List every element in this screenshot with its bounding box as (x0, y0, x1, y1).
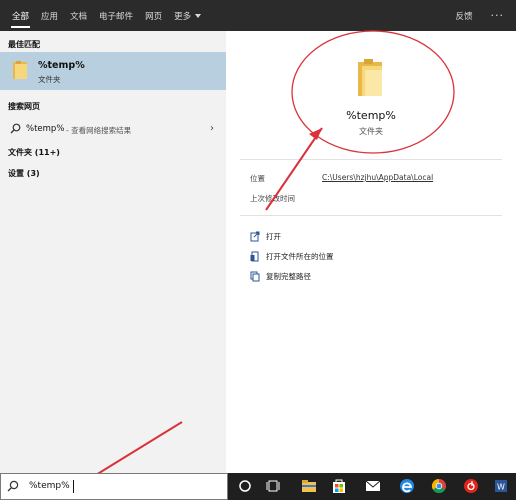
open-action[interactable]: 打开 (250, 229, 281, 243)
tab-apps[interactable]: 应用 (35, 0, 64, 31)
tab-documents-label: 文档 (70, 11, 88, 22)
taskbar-search-text: %temp% (29, 481, 70, 491)
folder-large-icon (358, 59, 382, 96)
feedback-button[interactable]: 反馈 (455, 10, 472, 22)
folder-icon (13, 61, 27, 79)
tab-web-label: 网页 (145, 11, 163, 22)
filter-tabs: 全部 应用 文档 电子邮件 网页 更多 (0, 0, 207, 31)
chrome-icon[interactable] (430, 477, 448, 495)
task-view-icon[interactable] (264, 477, 282, 495)
preview-pane: %temp% 文件夹 位置 C:\Users\hzjhu\AppData\Loc… (226, 31, 516, 473)
tab-email-label: 电子邮件 (99, 11, 134, 22)
search-icon (10, 123, 21, 134)
tab-web[interactable]: 网页 (139, 0, 168, 31)
copy-path-icon (250, 271, 260, 281)
more-options-icon[interactable]: ··· (491, 9, 505, 22)
best-match-header: 最佳匹配 (8, 40, 40, 49)
location-link[interactable]: C:\Users\hzjhu\AppData\Local (322, 173, 433, 182)
location-label: 位置 (250, 174, 265, 183)
store-icon[interactable] (330, 477, 348, 495)
file-location-icon (250, 251, 259, 261)
tab-all[interactable]: 全部 (6, 0, 35, 31)
best-match-item[interactable]: %temp% 文件夹 (0, 52, 226, 90)
open-action-label: 打开 (266, 231, 281, 241)
results-pane: 最佳匹配 %temp% 文件夹 搜索网页 %temp% - 查看网络搜索结果 ›… (0, 31, 226, 473)
folders-category[interactable]: 文件夹 (11+) (8, 147, 60, 158)
copy-full-path-label: 复制完整路径 (266, 271, 311, 281)
web-search-hint: - 查看网络搜索结果 (66, 126, 132, 135)
text-cursor (73, 480, 74, 493)
best-match-name: %temp% (38, 60, 85, 71)
web-search-query: %temp% (26, 124, 65, 134)
divider (240, 159, 502, 160)
search-icon (7, 480, 19, 492)
netease-music-icon[interactable] (462, 477, 480, 495)
edge-icon[interactable] (398, 477, 416, 495)
taskbar-search-input[interactable]: %temp% (0, 473, 228, 500)
settings-category[interactable]: 设置 (3) (8, 168, 40, 179)
copy-full-path-action[interactable]: 复制完整路径 (250, 269, 311, 283)
cortana-circle-icon[interactable] (236, 477, 254, 495)
preview-title: %temp% (346, 109, 396, 122)
best-match-type: 文件夹 (38, 75, 61, 84)
web-search-header: 搜索网页 (8, 102, 40, 111)
chevron-down-icon (195, 13, 202, 18)
tab-email[interactable]: 电子邮件 (93, 0, 139, 31)
chevron-right-icon[interactable]: › (210, 123, 214, 134)
preview-subtitle: 文件夹 (359, 127, 383, 136)
tab-documents[interactable]: 文档 (64, 0, 93, 31)
taskbar: %temp% W (0, 473, 516, 500)
word-icon[interactable]: W (492, 477, 510, 495)
tab-apps-label: 应用 (41, 11, 59, 22)
mail-icon[interactable] (364, 477, 382, 495)
open-file-location-label: 打开文件所在的位置 (266, 251, 334, 261)
topbar-right: 反馈 ··· (455, 0, 516, 31)
tab-more-label: 更多 (174, 11, 192, 22)
modified-label: 上次修改时间 (250, 194, 295, 203)
search-filter-bar: 全部 应用 文档 电子邮件 网页 更多 反馈 ··· (0, 0, 516, 31)
tab-all-label: 全部 (12, 11, 30, 22)
svg-text:W: W (497, 483, 505, 492)
open-icon (250, 231, 260, 241)
file-explorer-icon[interactable] (300, 477, 318, 495)
divider (240, 215, 502, 216)
tab-more[interactable]: 更多 (168, 0, 207, 31)
open-file-location-action[interactable]: 打开文件所在的位置 (250, 249, 334, 263)
web-search-item[interactable]: %temp% - 查看网络搜索结果 › (0, 120, 226, 138)
